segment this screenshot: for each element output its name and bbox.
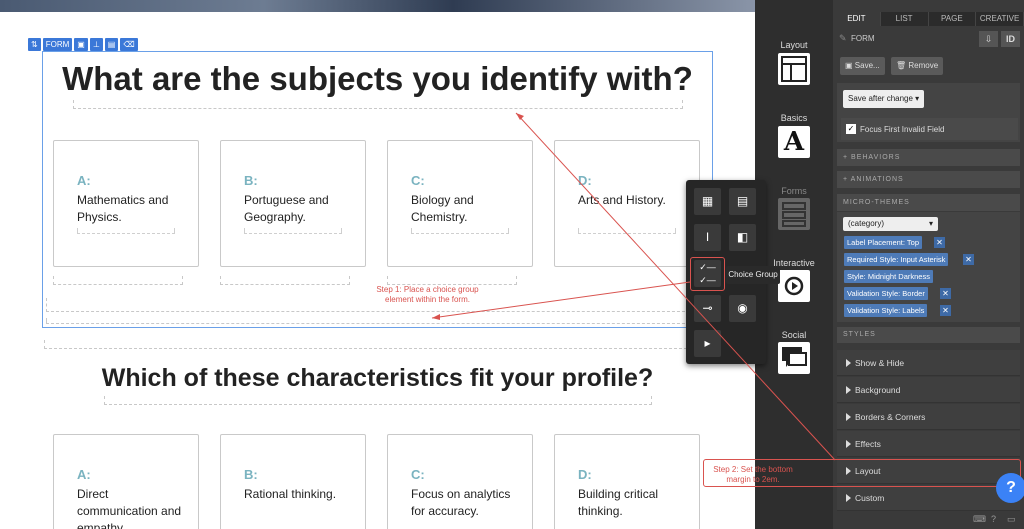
step1-arrowhead — [432, 314, 440, 320]
step2-arrow — [515, 112, 836, 461]
step1-arrow — [431, 281, 691, 319]
annotation-arrows — [431, 112, 836, 461]
help-button[interactable]: ? — [996, 473, 1024, 503]
editor-root: ⇅ FORM ▣ ⊥ ▤ ⌫ What are the subjects you… — [0, 0, 1024, 529]
step2-arrowhead — [516, 113, 524, 120]
